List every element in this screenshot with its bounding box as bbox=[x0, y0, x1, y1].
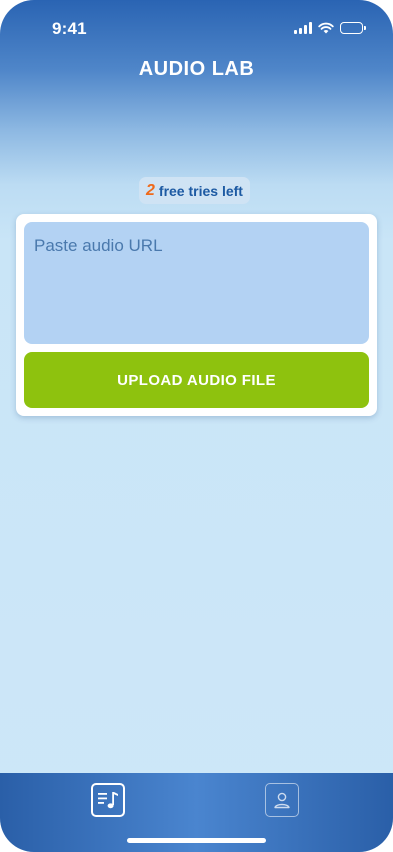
page-title: AUDIO LAB bbox=[138, 58, 255, 80]
tries-count: 2 bbox=[146, 181, 155, 199]
status-bar: 9:41 bbox=[0, 0, 393, 54]
music-list-icon bbox=[98, 792, 118, 809]
wifi-icon bbox=[318, 22, 334, 34]
tab-profile[interactable] bbox=[265, 783, 299, 817]
upload-card: UPLOAD AUDIO FILE bbox=[16, 214, 377, 416]
home-indicator[interactable] bbox=[127, 838, 266, 843]
cellular-signal-icon bbox=[294, 22, 312, 34]
battery-icon bbox=[340, 22, 366, 34]
status-time: 9:41 bbox=[52, 19, 87, 38]
status-icons bbox=[294, 22, 366, 34]
upload-audio-file-button[interactable]: UPLOAD AUDIO FILE bbox=[24, 352, 369, 408]
audio-url-input[interactable] bbox=[24, 222, 369, 344]
free-tries-badge: 2 free tries left bbox=[139, 177, 250, 204]
app-screen: 9:41 AUDIO LAB 2 free tries left UPLOAD … bbox=[0, 0, 393, 852]
tab-audio-library[interactable] bbox=[91, 783, 125, 817]
tries-label: free tries left bbox=[158, 182, 243, 199]
person-icon bbox=[274, 792, 290, 809]
